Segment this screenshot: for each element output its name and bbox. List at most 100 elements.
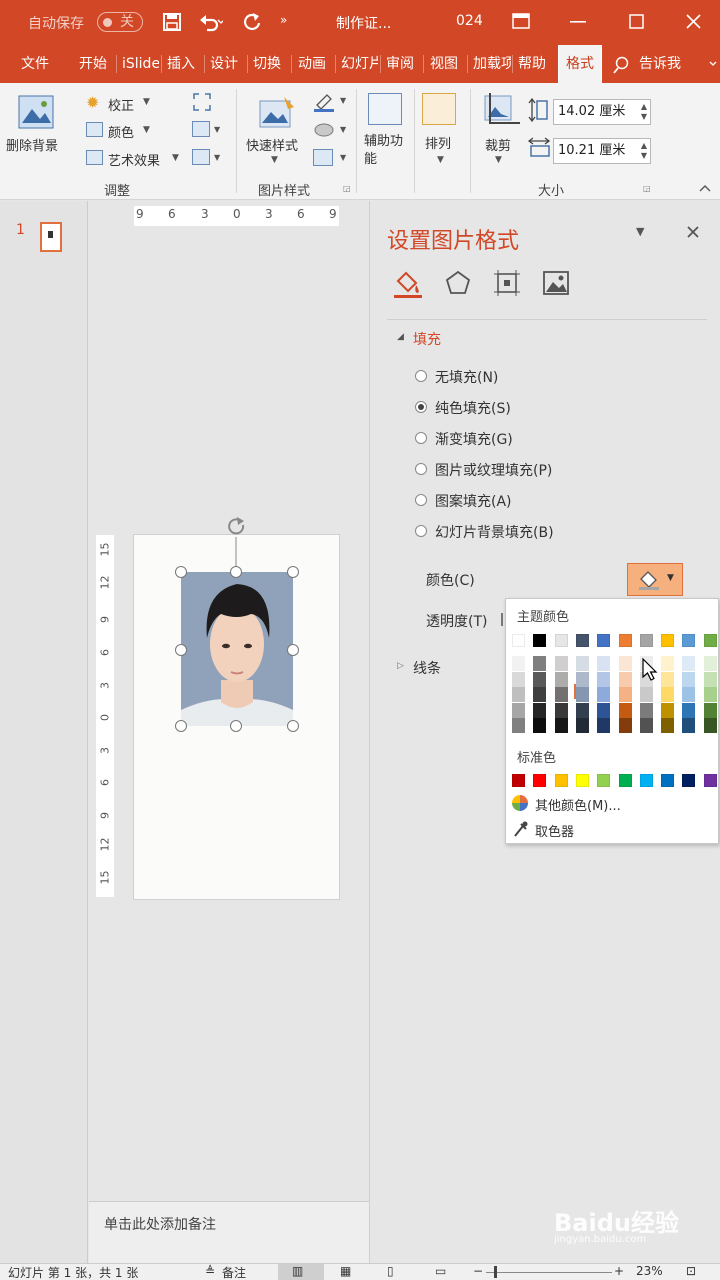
quick-styles-button[interactable]: 快速样式 (246, 135, 298, 154)
theme-shade-swatch[interactable] (703, 702, 717, 718)
radio-picture-fill[interactable] (415, 463, 427, 475)
resize-handle[interactable] (175, 720, 187, 732)
arrange-icon[interactable] (422, 93, 456, 125)
theme-shade-swatch[interactable] (618, 671, 632, 687)
more-colors-item[interactable]: 其他颜色(M)... (535, 795, 621, 814)
fill-section-header[interactable]: 填充 (413, 329, 441, 349)
transparency-slider[interactable] (501, 613, 503, 626)
expand-line-icon[interactable]: ▷ (397, 661, 404, 671)
theme-shade-swatch[interactable] (575, 702, 589, 718)
theme-shade-swatch[interactable] (554, 671, 568, 687)
redo-icon[interactable] (242, 12, 262, 32)
quick-styles-chevron-icon[interactable]: ▼ (271, 155, 278, 165)
theme-shade-swatch[interactable] (682, 671, 696, 687)
width-spinner-icon[interactable]: ▲ ▼ (641, 141, 647, 161)
theme-shade-swatch[interactable] (512, 702, 525, 718)
tab-animations[interactable]: 动画 (298, 45, 326, 83)
accessibility-icon[interactable] (368, 93, 402, 125)
notes-toggle-icon[interactable]: ≜ (205, 1264, 215, 1278)
tab-view[interactable]: 视图 (430, 45, 458, 83)
standard-color-swatch[interactable] (597, 774, 611, 787)
notes-toggle[interactable]: 备注 (222, 1264, 246, 1280)
theme-shade-swatch[interactable] (639, 687, 653, 702)
standard-color-swatch[interactable] (682, 774, 696, 787)
remove-background-label[interactable]: 删除背景 (6, 135, 58, 154)
standard-color-swatch[interactable] (703, 774, 717, 787)
arrange-button[interactable]: 排列 (425, 133, 451, 152)
picture-border-icon[interactable] (313, 92, 335, 112)
theme-shade-swatch[interactable] (639, 718, 653, 733)
reset-picture-icon[interactable] (192, 149, 210, 165)
tell-me-search[interactable]: 告诉我 (639, 45, 681, 83)
tab-help[interactable]: 帮助 (518, 45, 546, 83)
standard-color-swatch[interactable] (575, 774, 589, 787)
theme-shade-swatch[interactable] (703, 671, 717, 687)
slide-sorter-icon[interactable]: ▦ (340, 1264, 351, 1278)
theme-shade-swatch[interactable] (533, 718, 547, 733)
autosave-toggle[interactable]: 关 (97, 12, 143, 32)
theme-color-swatch[interactable] (618, 634, 632, 647)
theme-shade-swatch[interactable] (512, 718, 525, 733)
tab-insert[interactable]: 插入 (167, 45, 195, 83)
resize-handle[interactable] (175, 644, 187, 656)
corrections-chevron-icon[interactable]: ▼ (143, 97, 150, 107)
theme-shade-swatch[interactable] (703, 656, 717, 671)
theme-color-swatch[interactable] (533, 634, 547, 647)
crop-chevron-icon[interactable]: ▼ (495, 155, 502, 165)
theme-color-swatch[interactable] (639, 634, 653, 647)
theme-shade-swatch[interactable] (597, 671, 611, 687)
theme-color-swatch[interactable] (682, 634, 696, 647)
resize-handle[interactable] (175, 566, 187, 578)
theme-shade-swatch[interactable] (575, 718, 589, 733)
tab-file[interactable]: 文件 (21, 45, 49, 83)
corrections-button[interactable]: 校正 (108, 95, 134, 114)
arrange-chevron-icon[interactable]: ▼ (437, 155, 444, 165)
tab-slideshow[interactable]: 幻灯片 (341, 45, 378, 83)
theme-shade-swatch[interactable] (533, 671, 547, 687)
standard-color-swatch[interactable] (554, 774, 568, 787)
eyedropper-item[interactable]: 取色器 (535, 821, 574, 840)
theme-shade-swatch[interactable] (682, 702, 696, 718)
more-commands-icon[interactable]: » (280, 13, 287, 27)
theme-shade-swatch[interactable] (618, 718, 632, 733)
fit-to-window-icon[interactable]: ⊡ (686, 1264, 696, 1278)
theme-shade-swatch[interactable] (512, 687, 525, 702)
theme-shade-swatch[interactable] (618, 687, 632, 702)
rotate-handle-icon[interactable] (224, 517, 250, 573)
theme-shade-swatch[interactable] (533, 656, 547, 671)
notes-area[interactable]: 单击此处添加备注 (89, 1201, 369, 1263)
resize-handle[interactable] (287, 720, 299, 732)
standard-color-swatch[interactable] (639, 774, 653, 787)
theme-shade-swatch[interactable] (639, 702, 653, 718)
theme-shade-swatch[interactable] (554, 718, 568, 733)
theme-shade-swatch[interactable] (661, 687, 675, 702)
tab-format[interactable]: 格式 (558, 45, 602, 83)
theme-shade-swatch[interactable] (661, 656, 675, 671)
effects-icon[interactable] (444, 269, 472, 297)
fill-color-button[interactable]: ▼ (627, 563, 683, 596)
theme-shade-swatch[interactable] (512, 671, 525, 687)
pane-options-chevron-icon[interactable]: ▼ (636, 225, 644, 238)
crop-icon[interactable] (482, 93, 520, 131)
radio-no-fill[interactable] (415, 370, 427, 382)
width-input[interactable]: 10.21 厘米 ▲ ▼ (553, 138, 651, 164)
standard-color-swatch[interactable] (512, 774, 525, 787)
standard-color-swatch[interactable] (661, 774, 675, 787)
resize-handle[interactable] (287, 644, 299, 656)
option-gradient-fill[interactable]: 渐变填充(G) (435, 429, 513, 449)
artistic-effects-chevron-icon[interactable]: ▼ (172, 153, 179, 163)
tab-home[interactable]: 开始 (79, 45, 107, 83)
theme-color-swatch[interactable] (575, 634, 589, 647)
theme-shade-swatch[interactable] (682, 687, 696, 702)
picture-effects-icon[interactable] (313, 121, 335, 139)
height-spinner-icon[interactable]: ▲ ▼ (641, 102, 647, 122)
tab-transitions[interactable]: 切换 (253, 45, 281, 83)
compress-pictures-icon[interactable] (192, 92, 212, 112)
theme-color-swatch[interactable] (661, 634, 675, 647)
picture-layout-icon[interactable] (313, 149, 333, 166)
theme-shade-swatch[interactable] (554, 687, 568, 702)
chevron-down-icon[interactable] (708, 56, 718, 72)
slide-thumbnail[interactable] (40, 222, 62, 252)
theme-shade-swatch[interactable] (597, 718, 611, 733)
theme-color-swatch[interactable] (554, 634, 568, 647)
